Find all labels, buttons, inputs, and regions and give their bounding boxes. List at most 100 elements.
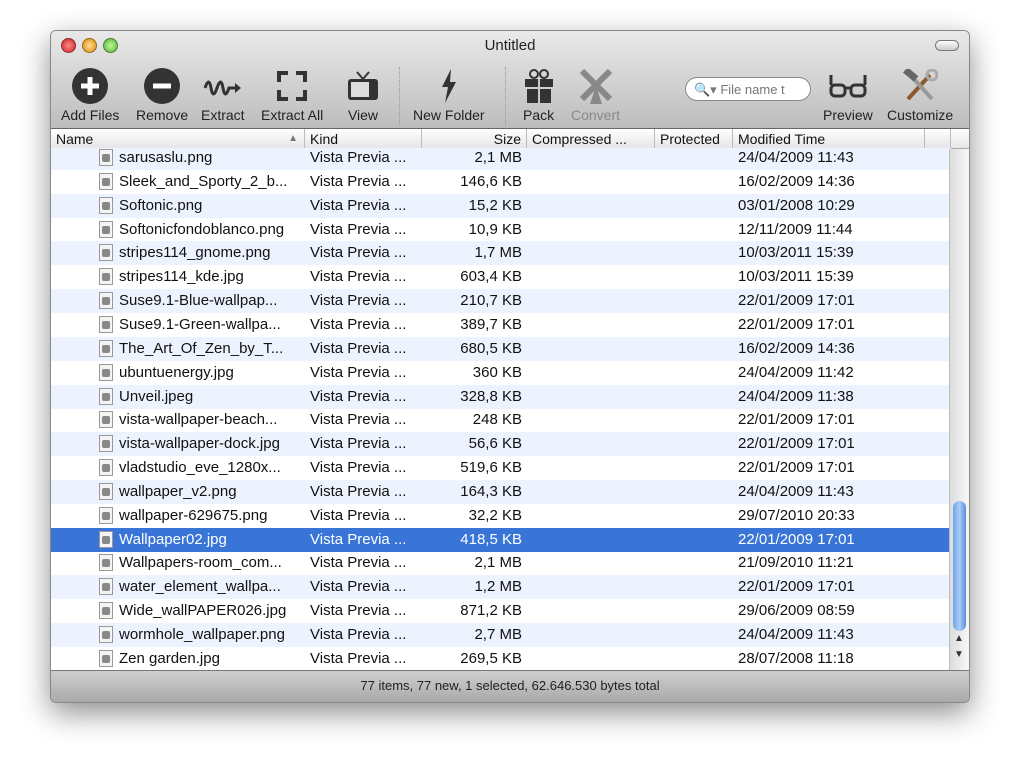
table-row[interactable]: Unveil.jpeg Vista Previa ... 328,8 KB 24…: [51, 384, 951, 409]
image-file-icon: [99, 363, 113, 381]
cell-kind: Vista Previa ...: [310, 292, 407, 310]
cell-modified-time: 10/03/2011 15:39: [738, 268, 854, 286]
cell-kind: Vista Previa ...: [310, 387, 407, 405]
cell-modified-time: 22/01/2009 17:01: [738, 315, 855, 333]
status-bar: 77 items, 77 new, 1 selected, 62.646.530…: [51, 670, 969, 702]
column-name[interactable]: Name ▲: [51, 129, 305, 149]
column-modified-time[interactable]: Modified Time: [733, 129, 925, 149]
cell-name: wallpaper-629675.png: [119, 506, 268, 524]
add-files-button[interactable]: Add Files: [61, 65, 119, 123]
glasses-icon: [828, 65, 868, 107]
table-row[interactable]: Sleek_and_Sporty_2_b... Vista Previa ...…: [51, 170, 951, 194]
column-protected[interactable]: Protected: [655, 129, 733, 149]
image-file-icon: [99, 435, 113, 453]
cell-size: 2,1 MB: [474, 149, 522, 166]
cell-kind: Vista Previa ...: [310, 482, 407, 500]
cell-kind: Vista Previa ...: [310, 339, 407, 357]
extract-button[interactable]: Extract: [201, 65, 245, 123]
toolbar-separator: [399, 67, 400, 125]
table-row[interactable]: The_Art_Of_Zen_by_T... Vista Previa ... …: [51, 336, 951, 361]
table-row[interactable]: stripes114_kde.jpg Vista Previa ... 603,…: [51, 265, 951, 289]
cell-size: 389,7 KB: [460, 315, 522, 333]
cell-kind: Vista Previa ...: [310, 244, 407, 262]
convert-label: Convert: [571, 107, 621, 123]
cell-modified-time: 22/01/2009 17:01: [738, 292, 855, 310]
archive-window: Untitled Add Files Remove Extract Extrac…: [50, 30, 970, 703]
convert-button[interactable]: Convert: [571, 65, 620, 123]
column-header: Name ▲ Kind Size Compressed ... Protected…: [51, 129, 969, 149]
table-row[interactable]: Softonicfondoblanco.png Vista Previa ...…: [51, 218, 951, 242]
image-file-icon: [99, 387, 113, 405]
cell-size: 1,7 MB: [474, 244, 522, 262]
customize-button[interactable]: Customize: [887, 65, 953, 123]
table-row[interactable]: Wallpapers-room_com... Vista Previa ... …: [51, 551, 951, 575]
cell-kind: Vista Previa ...: [310, 268, 407, 286]
cell-size: 56,6 KB: [468, 435, 522, 453]
add-files-label: Add Files: [61, 107, 120, 123]
column-extra: [925, 129, 951, 149]
new-folder-label: New Folder: [413, 107, 485, 123]
scrollbar-thumb[interactable]: [953, 501, 966, 631]
cell-kind: Vista Previa ...: [310, 626, 407, 643]
scroll-down-arrow[interactable]: ▼: [954, 649, 964, 660]
cell-modified-time: 16/02/2009 14:36: [738, 172, 855, 190]
cell-name: vista-wallpaper-beach...: [119, 411, 278, 429]
view-label: View: [347, 107, 379, 123]
column-size[interactable]: Size: [422, 129, 527, 149]
cell-size: 32,2 KB: [468, 506, 522, 524]
table-row[interactable]: wormhole_wallpaper.png Vista Previa ... …: [51, 623, 951, 647]
table-row[interactable]: vladstudio_eve_1280x... Vista Previa ...…: [51, 456, 951, 480]
extract-all-button[interactable]: Extract All: [261, 65, 323, 123]
toolbar-toggle-button[interactable]: [935, 40, 959, 51]
cell-size: 269,5 KB: [460, 649, 522, 667]
table-row[interactable]: ubuntuenergy.jpg Vista Previa ... 360 KB…: [51, 361, 951, 385]
table-row[interactable]: vista-wallpaper-beach... Vista Previa ..…: [51, 408, 951, 432]
cell-name: Unveil.jpeg: [119, 387, 194, 405]
table-row[interactable]: Wallpaper02.jpg Vista Previa ... 418,5 K…: [51, 527, 951, 552]
table-row[interactable]: Suse9.1-Blue-wallpap... Vista Previa ...…: [51, 289, 951, 314]
cell-name: sarusaslu.png: [119, 149, 213, 166]
pack-button[interactable]: Pack: [523, 65, 554, 123]
table-row[interactable]: Wide_wallPAPER026.jpg Vista Previa ... 8…: [51, 599, 951, 623]
cell-size: 210,7 KB: [460, 292, 522, 310]
expand-arrows-icon: [276, 65, 308, 107]
table-row[interactable]: water_element_wallpa... Vista Previa ...…: [51, 575, 951, 600]
preview-button[interactable]: Preview: [823, 65, 873, 123]
table-row[interactable]: Zen garden.jpg Vista Previa ... 269,5 KB…: [51, 647, 951, 671]
table-row[interactable]: vista-wallpaper-dock.jpg Vista Previa ..…: [51, 432, 951, 457]
cell-name: Softonic.png: [119, 196, 203, 214]
cell-modified-time: 21/09/2010 11:21: [738, 554, 854, 572]
table-row[interactable]: wallpaper-629675.png Vista Previa ... 32…: [51, 504, 951, 528]
cell-name: Suse9.1-Blue-wallpap...: [119, 292, 278, 310]
image-file-icon: [99, 459, 113, 477]
table-row[interactable]: Suse9.1-Green-wallpa... Vista Previa ...…: [51, 313, 951, 337]
column-kind[interactable]: Kind: [305, 129, 422, 149]
cell-size: 418,5 KB: [460, 530, 522, 548]
cell-modified-time: 16/02/2009 14:36: [738, 339, 855, 357]
sort-ascending-icon: ▲: [288, 133, 298, 144]
image-file-icon: [99, 482, 113, 500]
cell-name: Sleek_and_Sporty_2_b...: [119, 172, 288, 190]
image-file-icon: [99, 220, 113, 238]
new-folder-button[interactable]: New Folder: [413, 65, 485, 123]
image-file-icon: [99, 196, 113, 214]
table-row[interactable]: Softonic.png Vista Previa ... 15,2 KB 03…: [51, 193, 951, 218]
remove-button[interactable]: Remove: [136, 65, 188, 123]
scroll-up-arrow[interactable]: ▲: [954, 633, 964, 644]
search-field[interactable]: 🔍▾ File name t: [685, 77, 811, 101]
cell-name: Wallpaper02.jpg: [119, 530, 227, 548]
cell-kind: Vista Previa ...: [310, 220, 407, 238]
table-row[interactable]: sarusaslu.png Vista Previa ... 2,1 MB 24…: [51, 148, 951, 170]
extract-all-label: Extract All: [261, 107, 324, 123]
image-file-icon: [99, 172, 113, 190]
vertical-scrollbar[interactable]: ▲ ▼: [949, 149, 969, 672]
table-row[interactable]: wallpaper_v2.png Vista Previa ... 164,3 …: [51, 479, 951, 504]
view-button[interactable]: View: [347, 65, 379, 123]
column-compressed[interactable]: Compressed ...: [527, 129, 655, 149]
table-row[interactable]: stripes114_gnome.png Vista Previa ... 1,…: [51, 241, 951, 266]
cell-kind: Vista Previa ...: [310, 196, 407, 214]
image-file-icon: [99, 602, 113, 620]
cell-size: 2,1 MB: [474, 554, 522, 572]
image-file-icon: [99, 149, 113, 166]
preview-label: Preview: [823, 107, 873, 123]
